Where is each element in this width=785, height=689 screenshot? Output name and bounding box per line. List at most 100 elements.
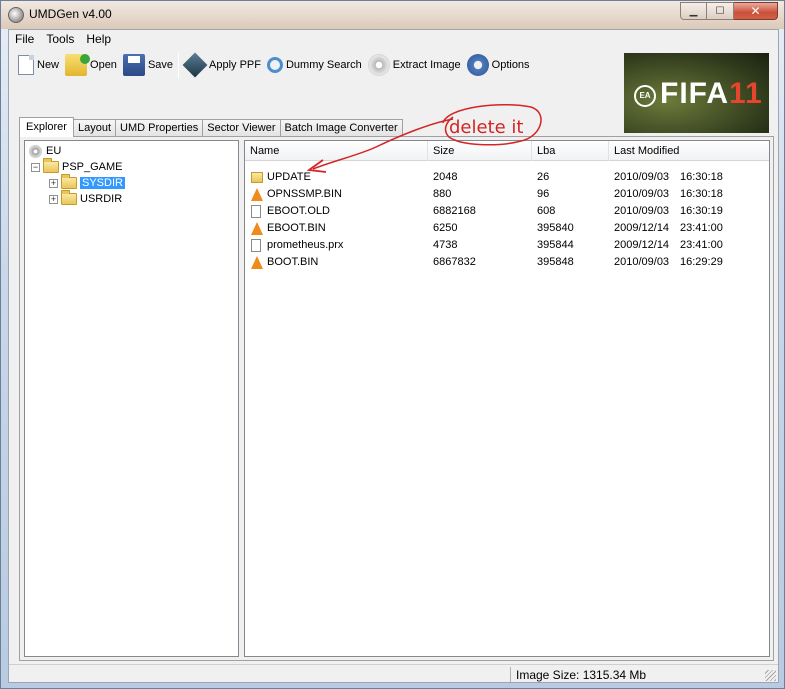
tree-label-psp-game: PSP_GAME xyxy=(62,161,123,173)
file-icon xyxy=(251,239,261,252)
open-button[interactable]: Open xyxy=(62,51,120,79)
tree-node-eu[interactable]: EU xyxy=(29,143,61,159)
window-title: UMDGen v4.00 xyxy=(29,7,112,21)
table-row[interactable]: EBOOT.BIN 6250 395840 2009/12/14 23:41:00 xyxy=(245,220,769,237)
maximize-button[interactable]: ☐ xyxy=(707,2,734,20)
cell-date: 2010/09/03 xyxy=(614,205,670,217)
cell-size: 6882168 xyxy=(433,205,476,217)
tab-explorer[interactable]: Explorer xyxy=(19,117,74,137)
cell-name: EBOOT.OLD xyxy=(267,205,330,217)
open-label: Open xyxy=(90,59,117,71)
cell-date: 2010/09/03 xyxy=(614,188,670,200)
cell-size: 4738 xyxy=(433,239,458,251)
column-header-last-modified[interactable]: Last Modified xyxy=(609,141,769,161)
cell-time: 16:30:18 xyxy=(680,171,723,183)
tree-node-sysdir[interactable]: + SYSDIR xyxy=(49,174,125,191)
banner-number: 11 xyxy=(729,77,763,110)
table-row[interactable]: UPDATE 2048 26 2010/09/03 16:30:18 xyxy=(245,169,769,186)
folder-icon xyxy=(61,174,77,189)
expand-toggle[interactable]: + xyxy=(49,194,58,204)
explorer-panel: EU − PSP_GAME + SYSDIR + USRDIR Name Siz… xyxy=(19,136,774,661)
floppy-disk-icon xyxy=(122,54,145,76)
table-row[interactable]: BOOT.BIN 6867832 395848 2010/09/03 16:29:29 xyxy=(245,254,769,271)
dummy-search-button[interactable]: Dummy Search xyxy=(264,51,365,79)
file-list[interactable]: Name Size Lba Last Modified UPDATE 2048 26… xyxy=(244,140,770,657)
folder-tree[interactable]: EU − PSP_GAME + SYSDIR + USRDIR xyxy=(24,140,239,657)
toolbar-separator xyxy=(178,52,180,78)
extract-image-button[interactable]: Extract Image xyxy=(365,51,464,79)
cell-size: 880 xyxy=(433,188,452,200)
cell-lba: 395844 xyxy=(537,239,574,251)
table-row[interactable]: prometheus.prx 4738 395844 2009/12/14 23:41:… xyxy=(245,237,769,254)
banner-title-text: FIFA xyxy=(660,77,729,110)
tab-strip: Explorer Layout UMD Properties Sector Vi… xyxy=(19,117,403,137)
menu-help[interactable]: Help xyxy=(80,30,117,48)
cell-name: prometheus.prx xyxy=(267,239,344,251)
cell-lba: 608 xyxy=(537,205,556,217)
minimize-button[interactable]: ▁ xyxy=(680,2,707,20)
extract-image-label: Extract Image xyxy=(392,59,461,71)
cell-size: 2048 xyxy=(433,171,458,183)
tab-umd-properties[interactable]: UMD Properties xyxy=(115,119,204,137)
cell-date: 2009/12/14 xyxy=(614,239,670,251)
cell-time: 23:41:00 xyxy=(680,222,723,234)
cell-time: 23:41:00 xyxy=(680,239,723,251)
close-button[interactable]: ✕ xyxy=(734,2,778,20)
apply-ppf-button[interactable]: Apply PPF xyxy=(181,51,264,79)
annotation-text: delete it xyxy=(449,117,524,138)
column-header-lba[interactable]: Lba xyxy=(532,141,609,161)
column-header-name[interactable]: Name xyxy=(245,141,428,161)
disc-icon xyxy=(367,54,390,76)
vlc-cone-icon xyxy=(251,256,263,269)
window-controls: ▁ ☐ ✕ xyxy=(680,2,778,20)
title-bar[interactable]: UMDGen v4.00 ▁ ☐ ✕ xyxy=(1,1,784,29)
app-window: UMDGen v4.00 ▁ ☐ ✕ File Tools Help New O… xyxy=(0,0,785,689)
options-label: Options xyxy=(491,59,530,71)
tree-node-psp-game[interactable]: − PSP_GAME xyxy=(31,158,123,175)
cell-time: 16:29:29 xyxy=(680,256,723,268)
cell-size: 6867832 xyxy=(433,256,476,268)
cell-lba: 395848 xyxy=(537,256,574,268)
cell-lba: 395840 xyxy=(537,222,574,234)
tree-label-sysdir: SYSDIR xyxy=(80,177,125,189)
dummy-search-label: Dummy Search xyxy=(285,59,362,71)
table-row[interactable]: EBOOT.OLD 6882168 608 2010/09/03 16:30:19 xyxy=(245,203,769,220)
options-button[interactable]: Options xyxy=(464,51,533,79)
cell-time: 16:30:18 xyxy=(680,188,723,200)
cell-name: BOOT.BIN xyxy=(267,256,319,268)
cell-date: 2010/09/03 xyxy=(614,171,670,183)
cell-lba: 26 xyxy=(537,171,550,183)
cell-date: 2009/12/14 xyxy=(614,222,670,234)
tab-sector-viewer[interactable]: Sector Viewer xyxy=(202,119,281,137)
open-folder-icon xyxy=(65,54,91,76)
folder-icon xyxy=(251,172,263,183)
save-button[interactable]: Save xyxy=(120,51,176,79)
tab-batch-image-converter[interactable]: Batch Image Converter xyxy=(279,119,403,137)
tree-label-eu: EU xyxy=(46,145,62,157)
expand-toggle[interactable]: + xyxy=(49,178,58,188)
new-button[interactable]: New xyxy=(12,51,62,79)
tab-layout[interactable]: Layout xyxy=(72,119,116,137)
image-size-status: Image Size: 1315.34 Mb xyxy=(516,668,647,682)
table-row[interactable]: OPNSSMP.BIN 880 96 2010/09/03 16:30:18 xyxy=(245,186,769,203)
tree-label-usrdir: USRDIR xyxy=(80,193,123,205)
list-header: Name Size Lba Last Modified xyxy=(245,141,769,161)
column-header-size[interactable]: Size xyxy=(428,141,532,161)
cell-name: OPNSSMP.BIN xyxy=(267,188,342,200)
cell-time: 16:30:19 xyxy=(680,205,723,217)
menu-tools[interactable]: Tools xyxy=(40,30,80,48)
ea-sports-logo: EA xyxy=(634,85,656,107)
gear-icon xyxy=(466,54,489,76)
status-bar: Image Size: 1315.34 Mb xyxy=(9,664,778,683)
menu-file[interactable]: File xyxy=(9,30,40,48)
tree-node-usrdir[interactable]: + USRDIR xyxy=(49,190,123,207)
collapse-toggle[interactable]: − xyxy=(31,162,40,172)
folder-open-icon xyxy=(43,158,59,173)
cell-name: EBOOT.BIN xyxy=(267,222,326,234)
game-banner-image: EA FIFA11 xyxy=(624,53,769,133)
cell-size: 6250 xyxy=(433,222,458,234)
save-label: Save xyxy=(147,59,174,71)
resize-grip[interactable] xyxy=(765,670,776,681)
cell-name: UPDATE xyxy=(267,171,311,183)
status-divider xyxy=(510,667,511,682)
